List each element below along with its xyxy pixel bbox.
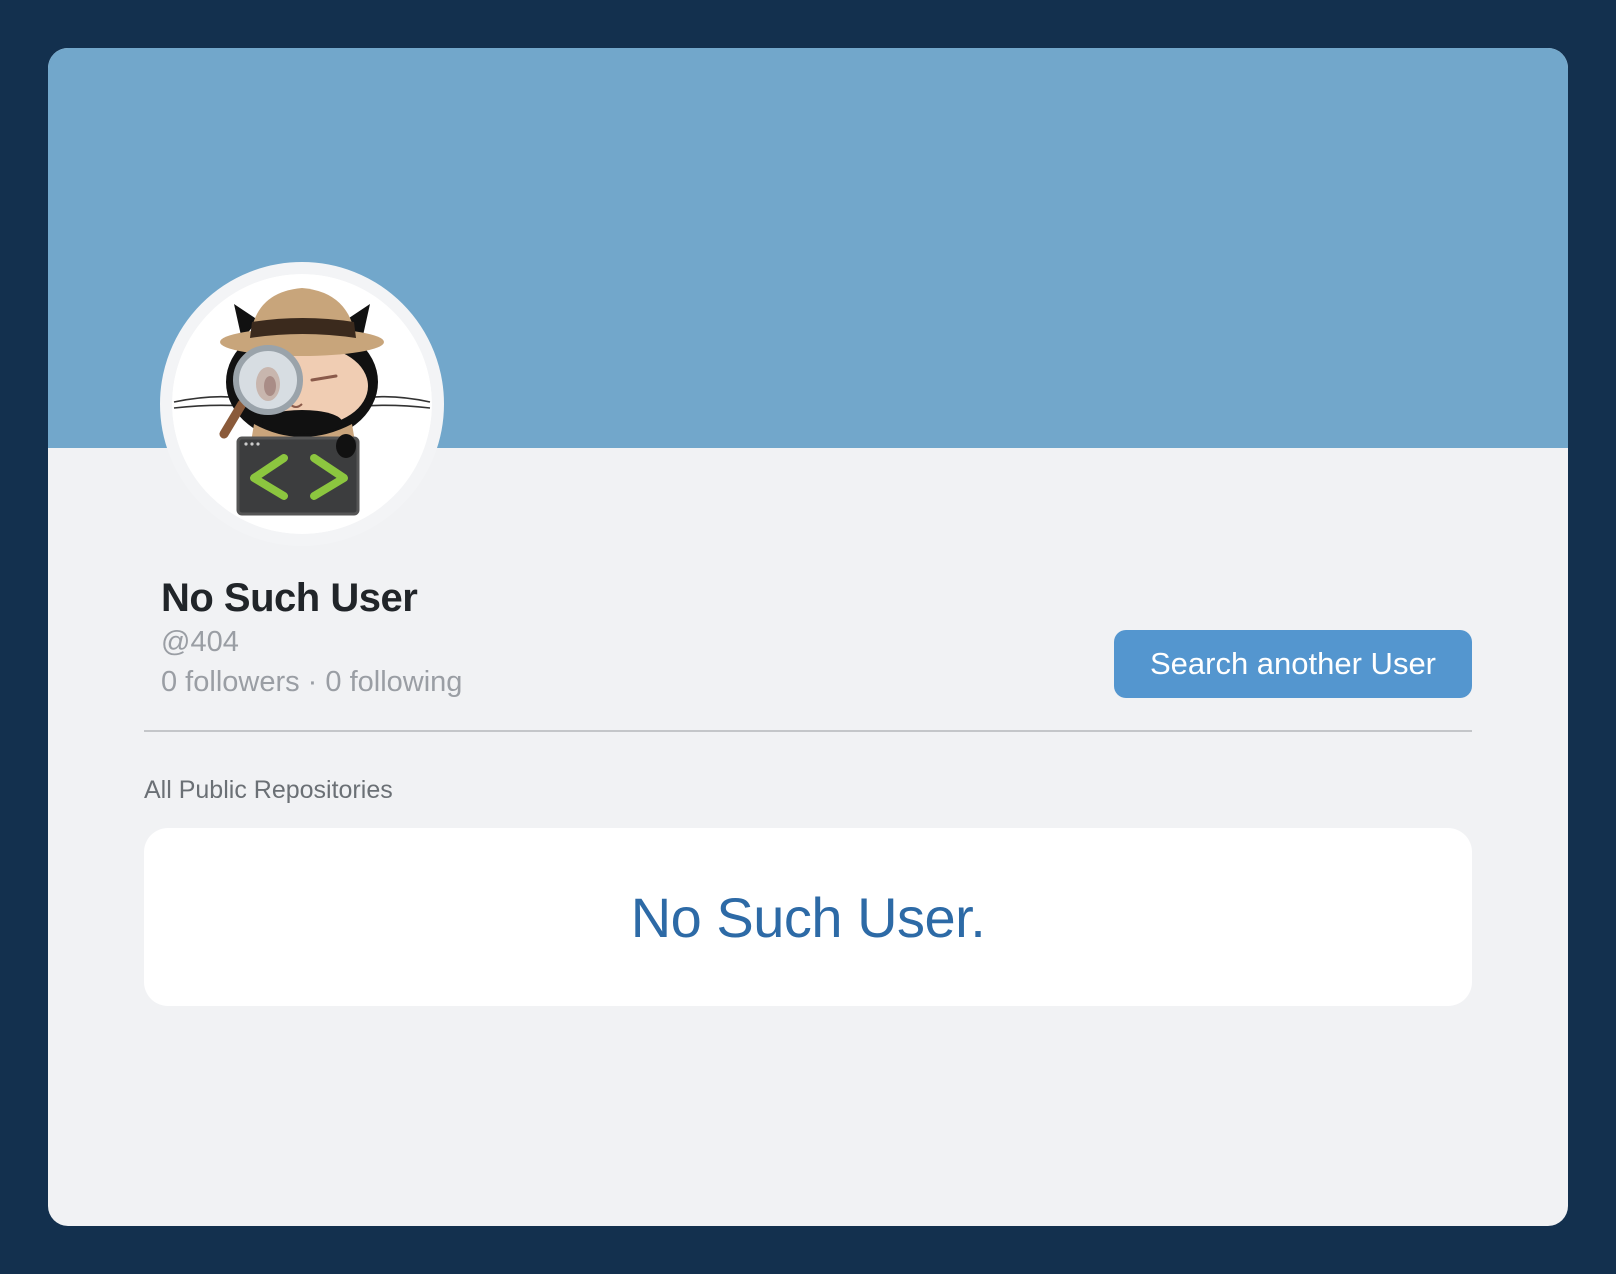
profile-card: No Such User @404 0 followers · 0 follow…	[48, 48, 1568, 1226]
search-another-user-button[interactable]: Search another User	[1114, 630, 1472, 698]
profile-name: No Such User	[161, 576, 418, 620]
empty-state-message: No Such User.	[630, 885, 986, 949]
detective-octocat-icon	[172, 274, 432, 534]
profile-stats: 0 followers · 0 following	[161, 666, 463, 698]
avatar	[160, 262, 444, 546]
divider	[144, 730, 1472, 732]
profile-handle: @404	[161, 626, 239, 658]
repositories-panel: No Such User.	[144, 828, 1472, 1006]
repositories-section-label: All Public Repositories	[144, 776, 393, 804]
